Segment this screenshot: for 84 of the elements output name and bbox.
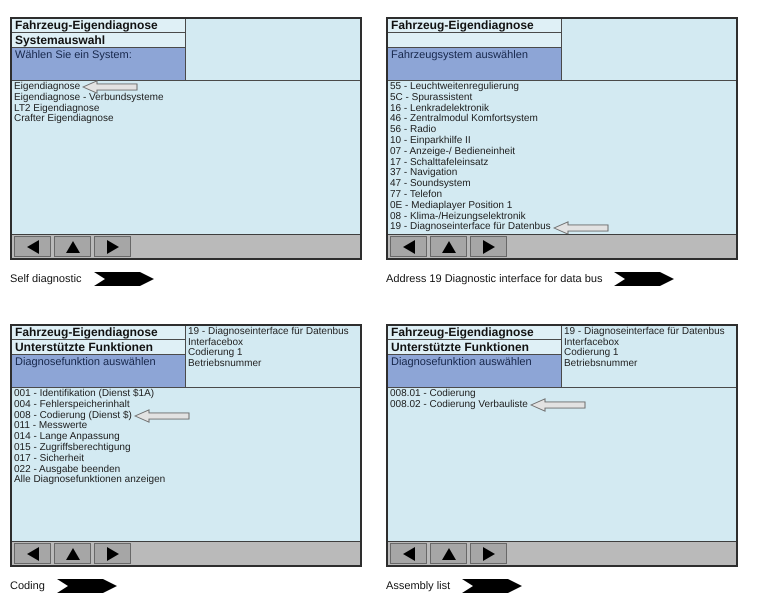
left-arrow-icon [134, 409, 190, 423]
info-text: Codierung 1 [564, 348, 620, 358]
list-item[interactable]: 37 - Navigation [390, 168, 458, 180]
forward-button[interactable] [94, 236, 131, 257]
list-item[interactable]: 014 - Lange Anpassung [14, 432, 120, 443]
prompt-bar: Diagnosefunktion auswählen [388, 355, 561, 387]
left-triangle-icon [402, 240, 416, 254]
list-item[interactable]: 008 - Codierung (Dienst $) [14, 410, 190, 422]
screen-subtitle: Systemauswahl [12, 33, 185, 48]
list-item[interactable]: 16 - Lenkradelektronik [390, 104, 489, 114]
list-item[interactable]: 004 - Fehlerspeicherinhalt [14, 400, 130, 411]
screen-title: Fahrzeug-Eigendiagnose [388, 326, 561, 340]
list-item[interactable]: 08 - Klima-/Heizungselektronik [390, 212, 526, 222]
left-arrow-icon [82, 80, 138, 94]
screen-subtitle: Unterstützte Funktionen [388, 340, 561, 355]
list-item[interactable]: 008.01 - Codierung [390, 389, 476, 400]
up-triangle-icon [66, 546, 80, 560]
chevron-arrow-icon [56, 579, 117, 593]
list-item[interactable]: 19 - Diagnoseinterface für Datenbus [390, 222, 609, 234]
chevron-arrow-icon [462, 579, 522, 593]
list-item[interactable]: 07 - Anzeige-/ Bedieneinheit [390, 146, 516, 158]
up-button[interactable] [54, 236, 91, 257]
left-arrow-icon [552, 220, 609, 235]
back-button[interactable] [390, 236, 427, 257]
prompt-bar: Wählen Sie ein System: [12, 48, 185, 80]
list-item[interactable]: 10 - Einparkhilfe II [390, 136, 471, 147]
list-item[interactable]: 001 - Identifikation (Dienst $1A) [14, 389, 154, 400]
up-triangle-icon [442, 240, 456, 254]
up-button[interactable] [54, 543, 91, 564]
list-item[interactable]: 011 - Messwerte [14, 421, 88, 432]
list-item[interactable]: Eigendiagnose [14, 82, 138, 93]
list-item[interactable]: 0E - Mediaplayer Position 1 [390, 200, 512, 212]
forward-button[interactable] [94, 543, 131, 564]
prompt-bar: Fahrzeugsystem auswählen [388, 48, 561, 80]
up-triangle-icon [66, 240, 80, 254]
list-item[interactable]: 022 - Ausgabe beenden [14, 464, 120, 476]
info-text: Interfacebox [188, 338, 244, 348]
info-text: Codierung 1 [188, 348, 244, 358]
screen-subtitle: Unterstützte Funktionen [12, 340, 185, 355]
list-item[interactable]: Alle Diagnosefunktionen anzeigen [14, 475, 166, 486]
left-triangle-icon [402, 546, 416, 560]
list-item[interactable]: 5C - Spurassistent [390, 92, 472, 104]
info-text: Interfacebox [564, 338, 620, 348]
left-triangle-icon [26, 240, 40, 254]
list-item[interactable]: 008.02 - Codierung Verbauliste [390, 400, 586, 411]
list-item[interactable]: 017 - Sicherheit [14, 454, 84, 465]
list-item[interactable]: 17 - Schalttafeleinsatz [390, 158, 488, 168]
left-triangle-icon [26, 546, 40, 560]
right-triangle-icon [106, 240, 120, 254]
list-item[interactable]: 47 - Soundsystem [390, 179, 471, 190]
caption-text: Coding [10, 579, 45, 593]
up-button[interactable] [430, 236, 467, 257]
info-text: 19 - Diagnoseinterface für Datenbus [188, 327, 350, 338]
screen-title: Fahrzeug-Eigendiagnose [12, 19, 185, 33]
list-item[interactable]: 46 - Zentralmodul Komfortsystem [390, 114, 538, 126]
back-button[interactable] [390, 543, 427, 564]
list-item[interactable]: 77 - Telefon [390, 190, 442, 201]
screen-title: Fahrzeug-Eigendiagnose [12, 326, 185, 340]
back-button[interactable] [14, 543, 51, 564]
right-triangle-icon [106, 546, 120, 560]
list-item[interactable]: 55 - Leuchtweitenregulierung [390, 82, 519, 93]
list-item[interactable]: Eigendiagnose - Verbundsysteme [14, 92, 164, 104]
back-button[interactable] [14, 236, 51, 257]
list-item[interactable]: Crafter Eigendiagnose [14, 114, 114, 126]
caption-text: Self diagnostic [10, 272, 82, 286]
up-triangle-icon [442, 546, 456, 560]
list-item[interactable]: 015 - Zugriffsberechtigung [14, 442, 131, 454]
info-text: Betriebsnummer [564, 358, 638, 369]
info-text: 19 - Diagnoseinterface für Datenbus [564, 327, 726, 338]
chevron-arrow-icon [614, 272, 674, 286]
info-text: Betriebsnummer [188, 358, 262, 369]
screen-title: Fahrzeug-Eigendiagnose [388, 19, 561, 33]
prompt-bar: Diagnosefunktion auswählen [12, 355, 185, 387]
right-triangle-icon [482, 240, 496, 254]
up-button[interactable] [430, 543, 467, 564]
right-triangle-icon [482, 546, 496, 560]
chevron-arrow-icon [94, 272, 154, 286]
forward-button[interactable] [470, 543, 507, 564]
caption-text: Assembly list [386, 579, 450, 593]
list-item[interactable]: 56 - Radio [390, 125, 436, 136]
caption-text: Address 19 Diagnostic interface for data bus [386, 272, 602, 286]
forward-button[interactable] [470, 236, 507, 257]
list-item[interactable]: LT2 Eigendiagnose [14, 104, 100, 114]
left-arrow-icon [530, 398, 586, 412]
